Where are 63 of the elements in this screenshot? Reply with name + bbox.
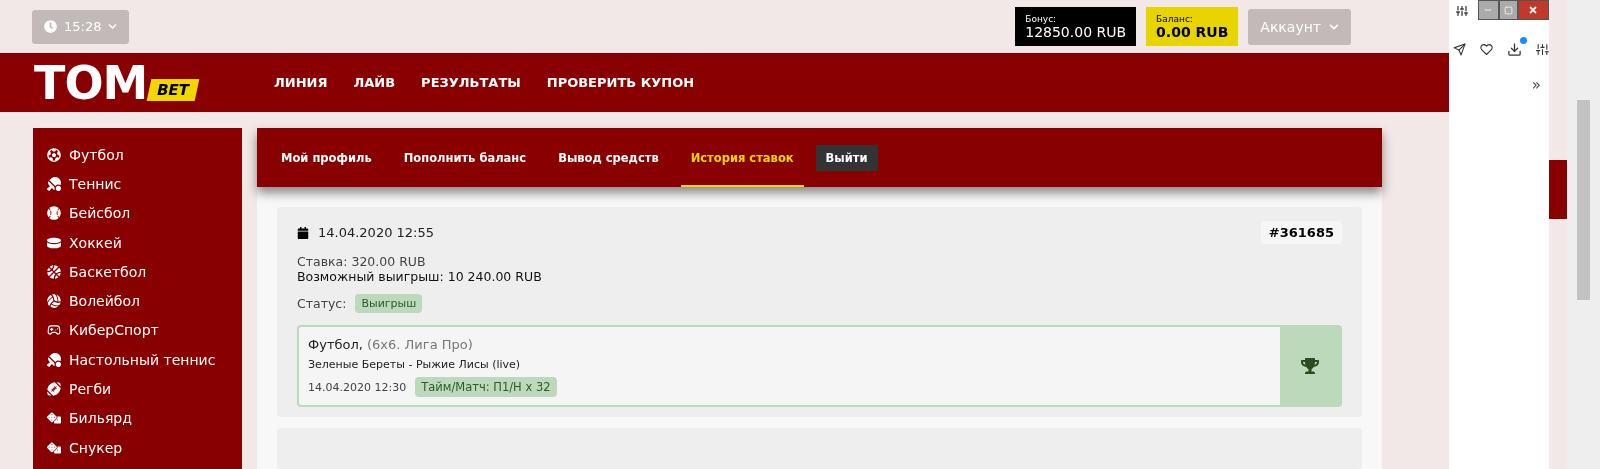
status-label: Статус: [297,296,347,311]
puck-icon [47,235,61,250]
notification-dot [1520,36,1527,44]
event-time: 14.04.2020 12:30 [308,380,407,394]
sport-link[interactable]: Настольный теннис [47,345,242,375]
payout-text: Возможный выигрыш: 10 240.00 RUB [297,269,543,284]
paddle-icon [47,352,61,367]
racket-icon [47,176,61,191]
stake-text: Ставка: 320.00 RUB [297,254,427,269]
sport-link[interactable]: Волейбол [47,286,242,316]
minimize-button[interactable] [1477,0,1499,20]
bet-id: #361685 [1260,221,1342,244]
bet-date: 14.04.2020 12:55 [318,225,435,240]
bonus-value: 12850.00 RUB [1025,23,1127,40]
side-block [1549,160,1567,219]
close-button[interactable] [1517,0,1549,20]
profile-tab[interactable]: Пополнить баланс [393,128,537,187]
sport-link[interactable]: КиберСпорт [47,315,242,346]
clock-icon [44,20,57,33]
logout-button[interactable]: Выйти [815,144,878,171]
sport-link[interactable]: Снукер [47,432,242,463]
nav-link[interactable]: ЛИНИЯ [274,75,328,90]
balance-value: 0.00 RUB [1156,23,1229,40]
dice-icon [47,440,61,455]
profile-tab[interactable]: Мой профиль [271,128,382,187]
settings-icon[interactable] [1536,41,1549,57]
sport-link[interactable]: Теннис [47,169,242,199]
chevron-down-icon [1329,21,1339,32]
more-button[interactable]: » [1531,76,1541,94]
nav-link[interactable]: ЛАЙВ [353,75,396,90]
pick-badge: Тайм/Матч: П1/Н x 32 [415,377,557,397]
trophy-icon [1301,357,1319,375]
heart-icon[interactable] [1480,41,1493,57]
download-icon[interactable] [1507,41,1522,57]
balance-label: Баланс: [1156,13,1194,24]
nav-link[interactable]: РЕЗУЛЬТАТЫ [421,75,521,90]
nav-link[interactable]: ПРОВЕРИТЬ КУПОН [546,75,695,90]
volleyball-icon [47,294,61,309]
dice-icon [47,411,61,426]
restore-icon [1503,5,1513,15]
sport-link[interactable]: Бейсбол [47,198,242,228]
gamepad-icon [47,323,61,338]
close-icon [1528,5,1539,15]
sport-link[interactable]: Хоккей [47,227,242,258]
calendar-icon [297,226,309,239]
logo-text: TOM [34,59,148,106]
baseball-icon [47,206,61,221]
send-icon[interactable] [1453,41,1466,57]
bonus-label: Бонус: [1025,13,1058,24]
sport-link[interactable]: Баскетбол [47,257,242,287]
chevron-down-icon [108,22,118,31]
sport-link[interactable]: Бильярд [47,403,242,433]
profile-tab[interactable]: Вывод средств [548,128,669,187]
status-badge: Выигрыш [355,294,423,313]
basketball-icon [47,264,61,279]
profile-tab[interactable]: История ставок [680,128,804,187]
event-title: Футбол, (6x6. Лига Про) [308,337,474,352]
logo-badge: BET [146,78,200,101]
match-name: Зеленые Береты - Рыжие Лисы (live) [308,358,522,371]
sport-link[interactable]: Регби [47,374,242,404]
restore-button[interactable] [1498,0,1518,20]
sport-link[interactable]: Футбол [47,140,242,170]
scroll-thumb[interactable] [1577,100,1590,300]
